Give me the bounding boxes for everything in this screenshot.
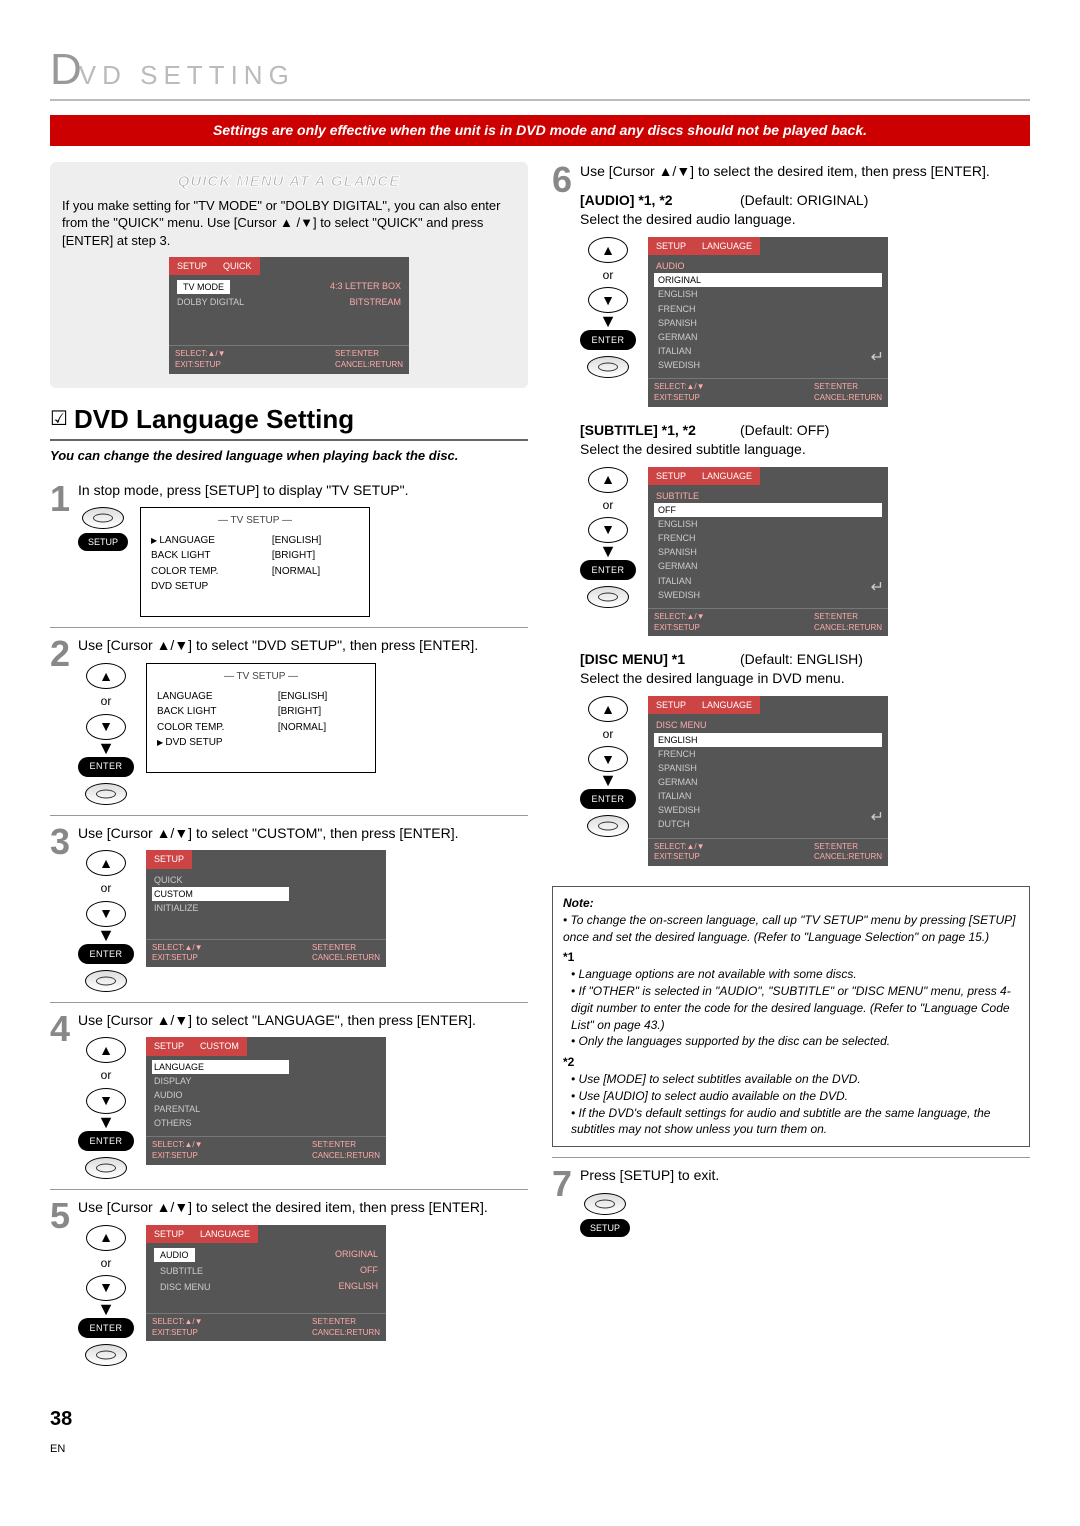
enter-button[interactable]: ENTER [78,1131,134,1151]
disc-icon [587,586,629,608]
remote-cursor: ▲ or ▼ ▼ ENTER [580,696,636,837]
disc-icon [584,1193,626,1215]
cursor-down-button[interactable]: ▼ [588,517,628,543]
cursor-down-button[interactable]: ▼ [86,1088,126,1114]
osd-light: — TV SETUP —LANGUAGE[ENGLISH]BACK LIGHT[… [146,663,376,773]
remote-cursor: ▲ or ▼ ▼ ENTER [78,1037,134,1178]
cursor-up-button[interactable]: ▲ [86,663,126,689]
osd-dark: SETUPQUICKCUSTOMINITIALIZESELECT:▲/▼ EXI… [146,850,386,967]
section-heading: ☑ DVD Language Setting [50,402,528,441]
cursor-up-button[interactable]: ▲ [588,237,628,263]
remote-cursor: ▲ or ▼ ▼ ENTER [78,850,134,991]
return-arrow-icon: ↵ [871,347,884,369]
page-header: D VD SETTING [50,40,1030,101]
cursor-up-button[interactable]: ▲ [588,696,628,722]
cursor-up-button[interactable]: ▲ [86,850,126,876]
step-6: 6 Use [Cursor ▲/▼] to select the desired… [552,162,1030,876]
enter-button[interactable]: ENTER [78,944,134,964]
disc-icon [85,970,127,992]
cursor-down-button[interactable]: ▼ [588,746,628,772]
quick-osd: SETUPQUICK TV MODE4:3 LETTER BOX DOLBY D… [169,257,409,374]
setup-button[interactable]: SETUP [78,533,128,551]
osd-dark: SETUPLANGUAGEAUDIOORIGINALSUBTITLEOFFDIS… [146,1225,386,1342]
disc-icon [85,783,127,805]
osd-lang: SETUPLANGUAGE DISC MENUENGLISHFRENCHSPAN… [648,696,888,866]
enter-button[interactable]: ENTER [78,1318,134,1338]
quick-title: QUICK MENU AT A GLANCE [62,172,516,192]
disc-icon [587,356,629,378]
quick-text: If you make setting for "TV MODE" or "DO… [62,197,516,250]
enter-button[interactable]: ENTER [78,757,134,777]
step-1: 1 In stop mode, press [SETUP] to display… [50,473,528,629]
enter-button[interactable]: ENTER [580,789,636,809]
step-5: 5 Use [Cursor ▲/▼] to select the desired… [50,1190,528,1376]
setup-button[interactable]: SETUP [580,1219,630,1237]
arrow-down-icon: ▼ [599,776,617,785]
osd-dark: SETUPCUSTOMLANGUAGEDISPLAYAUDIOPARENTALO… [146,1037,386,1164]
disc-icon [587,815,629,837]
remote-setup: SETUP [78,507,128,551]
step-7: 7 Press [SETUP] to exit. SETUP [552,1157,1030,1247]
enter-button[interactable]: ENTER [580,560,636,580]
remote-setup: SETUP [580,1193,630,1237]
arrow-down-icon: ▼ [97,1305,115,1314]
disc-icon [82,507,124,529]
header-rest: VD SETTING [79,58,295,93]
enter-button[interactable]: ENTER [580,330,636,350]
step-3: 3 Use [Cursor ▲/▼] to select "CUSTOM", t… [50,816,528,1003]
arrow-down-icon: ▼ [97,744,115,753]
arrow-down-icon: ▼ [599,547,617,556]
osd-lang: SETUPLANGUAGE SUBTITLEOFFENGLISHFRENCHSP… [648,467,888,637]
cursor-down-button[interactable]: ▼ [86,1275,126,1301]
cursor-down-button[interactable]: ▼ [86,901,126,927]
remote-cursor: ▲ or ▼ ▼ ENTER [580,467,636,608]
disc-icon [85,1157,127,1179]
cursor-down-button[interactable]: ▼ [86,714,126,740]
page-number: 38EN [50,1406,1030,1460]
arrow-down-icon: ▼ [599,317,617,326]
step-2: 2 Use [Cursor ▲/▼] to select "DVD SETUP"… [50,628,528,815]
arrow-down-icon: ▼ [97,931,115,940]
section-sub: You can change the desired language when… [50,447,528,465]
cursor-up-button[interactable]: ▲ [588,467,628,493]
cursor-up-button[interactable]: ▲ [86,1225,126,1251]
step-4: 4 Use [Cursor ▲/▼] to select "LANGUAGE",… [50,1003,528,1190]
check-icon: ☑ [50,406,68,433]
note-box: Note: • To change the on-screen language… [552,886,1030,1147]
quick-menu-box: QUICK MENU AT A GLANCE If you make setti… [50,162,528,388]
osd-step1: — TV SETUP — LANGUAGE[ENGLISH] BACK LIGH… [140,507,370,617]
cursor-up-button[interactable]: ▲ [86,1037,126,1063]
remote-cursor: ▲ or ▼ ▼ ENTER [580,237,636,378]
warning-bar: Settings are only effective when the uni… [50,115,1030,146]
disc-icon [85,1344,127,1366]
arrow-down-icon: ▼ [97,1118,115,1127]
return-arrow-icon: ↵ [871,577,884,599]
section-title: DVD Language Setting [74,402,354,437]
osd-lang: SETUPLANGUAGE AUDIOORIGINALENGLISHFRENCH… [648,237,888,407]
remote-cursor: ▲ or ▼ ▼ ENTER [78,663,134,804]
cursor-down-button[interactable]: ▼ [588,287,628,313]
remote-cursor: ▲ or ▼ ▼ ENTER [78,1225,134,1366]
return-arrow-icon: ↵ [871,807,884,829]
